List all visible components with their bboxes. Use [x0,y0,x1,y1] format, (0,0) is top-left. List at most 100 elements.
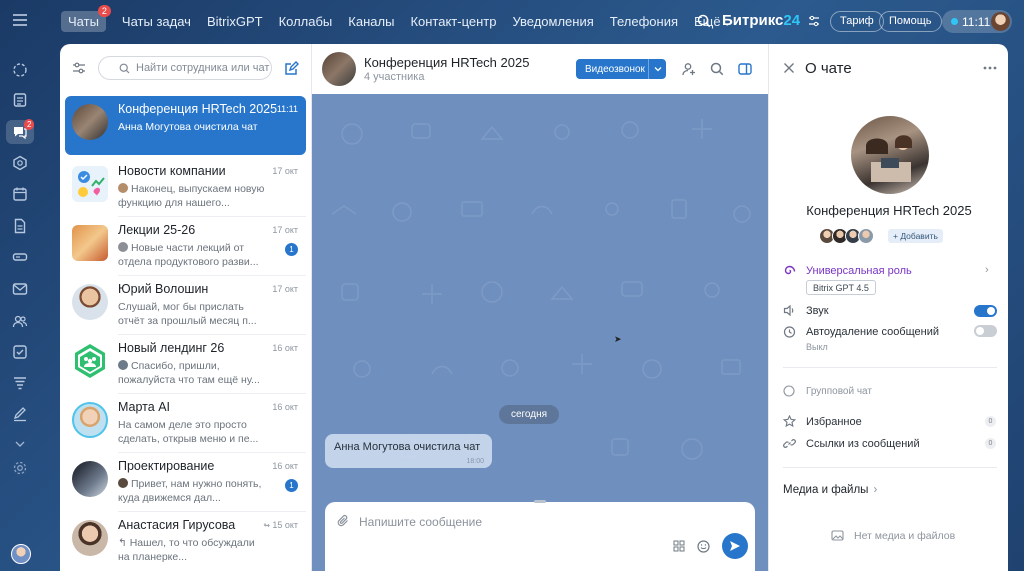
unread-count: 1 [285,479,298,492]
nav-collabs[interactable]: Коллабы [279,14,333,29]
sender-avatar [118,183,128,193]
chat-info-panel: О чате Конференция HRTech 2025 + Добавит… [768,44,1008,571]
chat-item-hrtech[interactable]: Конференция HRTech 2025 11:11 Анна Могут… [65,96,306,155]
send-icon [730,541,740,551]
nav-task-chats[interactable]: Чаты задач [122,14,191,29]
chat-avatar [72,284,108,320]
chat-bubble-icon [783,385,797,397]
emoji-icon[interactable] [697,540,710,553]
nav-notifications[interactable]: Уведомления [512,14,593,29]
search-icon[interactable] [697,14,711,28]
apps-grid-icon[interactable] [673,540,685,552]
employee-search-input[interactable]: Найти сотрудника или чат [98,56,272,80]
panel-title: О чате [805,60,852,77]
send-button[interactable] [722,533,748,559]
chat-avatar [72,461,108,497]
chat-item-design[interactable]: Проектирование 16 окт Привет, нам нужно … [65,453,306,512]
nav-channels[interactable]: Каналы [348,14,394,29]
sender-avatar [118,360,128,370]
resize-handle[interactable] [534,500,546,503]
spiral-icon [783,264,797,277]
mail-icon[interactable] [12,281,28,297]
chat-header-avatar[interactable] [322,52,356,86]
attach-icon[interactable] [336,514,350,528]
search-icon[interactable] [710,62,724,76]
date-separator: сегодня [499,405,559,424]
nav-telephony[interactable]: Телефония [610,14,678,29]
message-composer: Напишите сообщение [325,500,755,571]
settings-icon[interactable] [12,460,28,476]
drive-icon[interactable] [12,249,28,265]
chat-item-yuri[interactable]: Юрий Волошин 17 окт Слушай, мог бы присл… [65,276,306,335]
settings-icon[interactable] [808,15,820,27]
members-avatars[interactable] [819,228,874,244]
chevron-right-icon[interactable]: › [985,264,989,276]
collab-icon[interactable] [12,155,28,171]
activity-icon[interactable] [12,62,28,78]
chevron-down-icon[interactable] [648,59,666,79]
funnel-icon[interactable] [12,375,28,391]
close-icon[interactable] [783,62,795,74]
employees-icon[interactable] [12,313,28,329]
chats-badge: 2 [97,4,111,17]
calendar-icon[interactable] [12,186,28,202]
chat-list-panel: Найти сотрудника или чат Конференция HRT… [60,44,312,571]
add-member-button[interactable]: + Добавить [888,229,943,243]
video-call-button[interactable]: Видеозвонок [576,59,666,79]
sender-avatar [118,478,128,488]
filter-icon[interactable] [72,61,86,75]
tariff-button[interactable]: Тариф [830,11,884,32]
chat-item-landing[interactable]: Новый лендинг 26 16 окт Спасибо, пришли,… [65,335,306,394]
media-files-header[interactable]: Медиа и файлы › [783,484,877,496]
sound-toggle[interactable] [974,305,997,317]
message-input[interactable]: Напишите сообщение [359,515,482,529]
chat-item-anastasia[interactable]: Анастасия Гирусова ↬ 15 окт ↰ Нашел, то … [65,512,306,571]
chat-area: Конференция HRTech 2025 4 участника Виде… [312,44,768,571]
chat-avatar-large[interactable] [851,116,929,194]
chat-avatar [72,343,108,379]
documents-icon[interactable] [12,218,28,234]
links-count: 0 [985,438,996,449]
nav-contact-center[interactable]: Контакт-центр [410,14,496,29]
nav-bitrixgpt[interactable]: BitrixGPT [207,14,263,29]
universal-role-row[interactable]: Универсальная роль [783,264,912,277]
sign-icon[interactable] [12,406,28,422]
chat-title[interactable]: Конференция HRTech 2025 [364,55,529,70]
top-nav: Чаты 2 Чаты задач BitrixGPT Коллабы Канал… [61,4,746,32]
links-row[interactable]: Ссылки из сообщений [783,437,920,450]
chat-avatar [72,520,108,556]
brand-logo[interactable]: Битрикс24 [722,12,800,29]
feed-icon[interactable] [12,92,28,108]
more-icon[interactable] [983,66,997,70]
add-user-icon[interactable] [682,62,696,76]
sidebar-toggle-icon[interactable] [738,62,752,76]
mouse-cursor-icon: ➤ [614,334,622,344]
search-icon [119,63,130,74]
chat-item-company-news[interactable]: Новости компании 17 окт Наконец, выпуска… [65,158,306,217]
chat-item-lectures[interactable]: Лекции 25-26 17 окт Новые части лекций о… [65,217,306,276]
chevron-down-icon[interactable] [12,436,28,452]
tasks-icon[interactable] [12,344,28,360]
autodelete-state: Выкл [806,342,828,352]
user-avatar[interactable] [991,12,1010,31]
speaker-icon [783,304,797,317]
sender-avatar [118,242,128,252]
top-bar: Чаты 2 Чаты задач BitrixGPT Коллабы Канал… [0,0,1024,42]
chevron-right-icon: › [873,484,878,496]
profile-avatar[interactable] [11,544,31,564]
chat-item-marta-ai[interactable]: Марта AI 16 окт На самом деле это просто… [65,394,306,453]
chat-members-count[interactable]: 4 участника [364,71,424,83]
timer-icon [783,325,797,338]
link-icon [783,437,797,450]
autodelete-toggle[interactable] [974,325,997,337]
left-rail: 2 [0,42,40,571]
work-time-button[interactable]: 11:11 [942,10,1012,33]
menu-icon[interactable] [12,13,28,27]
favorites-row[interactable]: Избранное [783,415,862,428]
model-tag[interactable]: Bitrix GPT 4.5 [806,280,876,295]
status-dot [951,18,958,25]
nav-chats[interactable]: Чаты 2 [61,4,111,32]
no-media-placeholder: Нет медиа и файлов [831,529,955,542]
chat-avatar [72,225,108,261]
help-button[interactable]: Помощь [879,11,942,32]
